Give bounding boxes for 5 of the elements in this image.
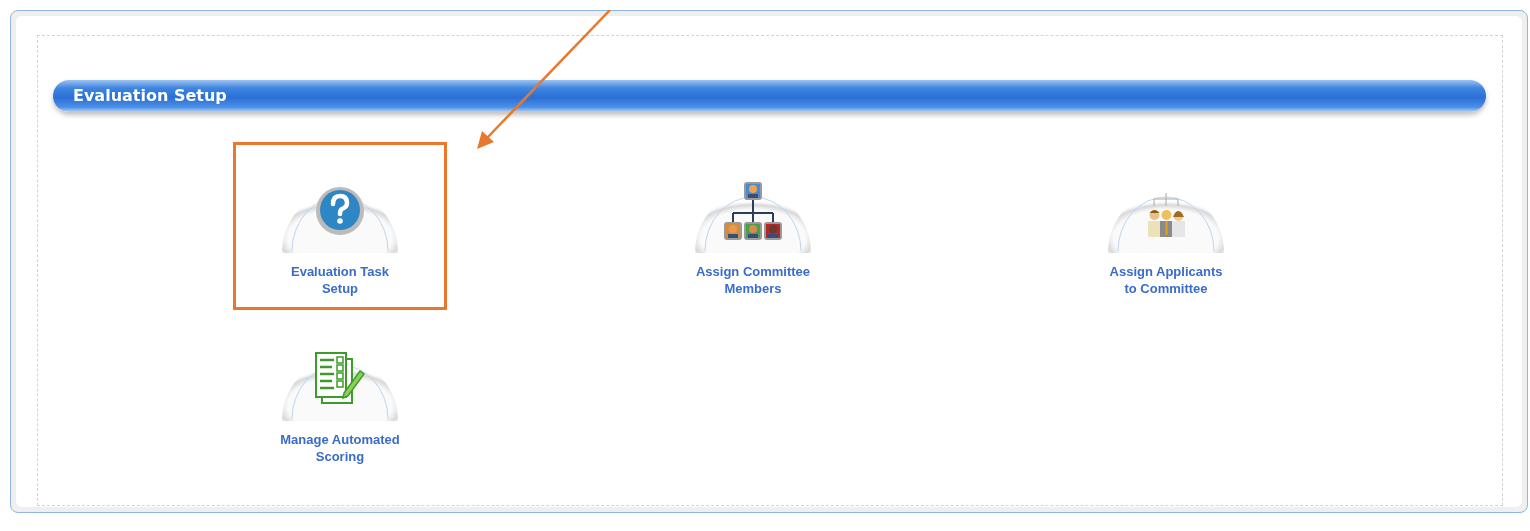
section-header: Evaluation Setup [53,80,1486,112]
menu-tile[interactable]: Assign Applicants to Committee [1059,142,1273,310]
menu-tile[interactable]: Manage Automated Scoring [233,310,447,478]
menu-tile[interactable]: Evaluation Task Setup [233,142,447,310]
menu-tile[interactable]: Assign Committee Members [646,142,860,310]
